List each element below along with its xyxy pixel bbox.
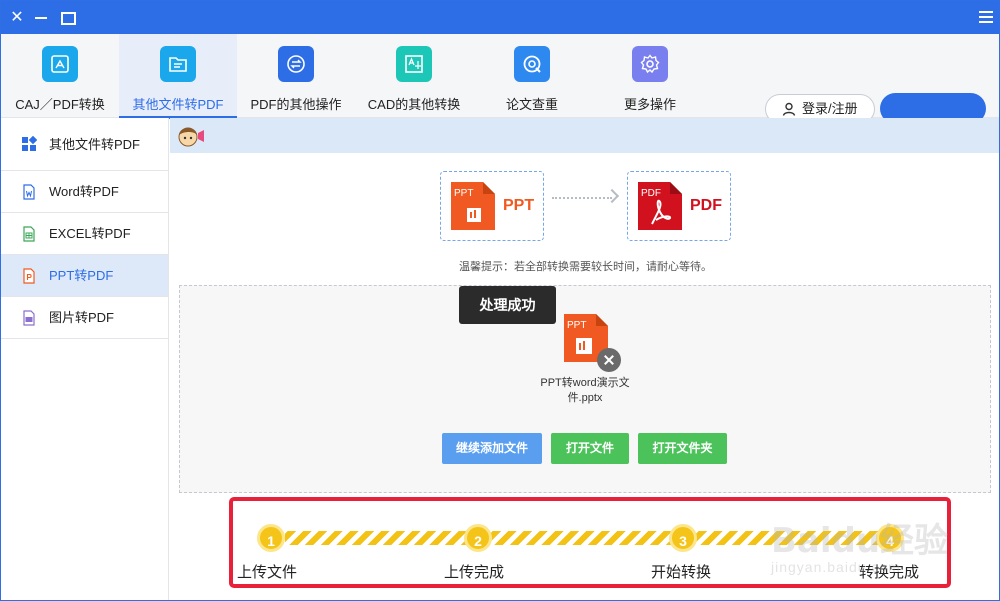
minimize-icon[interactable]	[27, 1, 55, 34]
progress-stripe	[491, 531, 674, 545]
add-files-button[interactable]: 继续添加文件	[442, 433, 542, 464]
arrow-head-icon	[604, 188, 620, 204]
word-file-icon	[23, 184, 35, 200]
convert-arrow	[552, 197, 612, 199]
nav-item-pdf-ops[interactable]: PDF的其他操作	[237, 34, 355, 118]
sidebar-item-word[interactable]: Word转PDF	[1, 171, 168, 213]
step-label: 上传完成	[444, 564, 505, 581]
file-name-line: PPT转word演示文	[540, 377, 630, 389]
mascot-icon	[178, 127, 204, 147]
sidebar-item-excel[interactable]: EXCEL转PDF	[1, 213, 168, 255]
main-content: PPT PPT PDF PDF 温馨提示：若全部转换需要较长时间，请耐心等待。 …	[170, 118, 999, 600]
menu-icon[interactable]	[979, 11, 993, 23]
ppt-file-icon	[23, 268, 35, 284]
nav-label: CAJ／PDF转换	[15, 97, 105, 112]
title-bar: ✕	[1, 1, 999, 34]
nav-label: 其他文件转PDF	[132, 97, 224, 112]
target-format-label: PDF	[690, 197, 722, 214]
progress-steps: 1 2 3 4 上传文件 上传完成 开始转换 转换完成	[229, 497, 951, 588]
sidebar-item-label: Word转PDF	[49, 184, 119, 199]
nav-label: PDF的其他操作	[250, 97, 342, 112]
step-number: 2	[464, 524, 492, 552]
progress-stripe	[285, 531, 469, 545]
caj-pdf-icon	[42, 46, 78, 82]
nav-item-more[interactable]: 更多操作	[591, 34, 709, 118]
source-format-box: PPT PPT	[440, 171, 544, 241]
step-number: 4	[876, 524, 904, 552]
file-drop-zone[interactable]: 处理成功 PPT PPT转word演示文 件.pptx 继续添加文件 打开文件 …	[179, 285, 991, 493]
target-format-box: PDF PDF	[627, 171, 731, 241]
gear-icon	[632, 46, 668, 82]
sidebar-item-label: PPT转PDF	[49, 268, 114, 283]
svg-text:PPT: PPT	[567, 320, 586, 331]
app-window: ✕ CAJ／PDF转换 其他文件转PDF PDF的其他操作 CAD的其他转换 论…	[0, 0, 1000, 601]
nav-item-paper-check[interactable]: 论文查重	[473, 34, 591, 118]
nav-label: CAD的其他转换	[367, 97, 461, 112]
file-name-line: 件.pptx	[567, 392, 603, 404]
step-number: 3	[669, 524, 697, 552]
sidebar-item-label: EXCEL转PDF	[49, 226, 131, 241]
sidebar: 其他文件转PDF Word转PDF EXCEL转PDF PPT转PDF 图片转P…	[1, 118, 169, 600]
pdf-doc-icon: PDF	[638, 182, 682, 230]
excel-file-icon	[23, 226, 35, 242]
remove-file-icon[interactable]	[597, 348, 621, 372]
hint-text: 温馨提示：若全部转换需要较长时间，请耐心等待。	[459, 261, 712, 273]
svg-text:PPT: PPT	[454, 188, 473, 199]
top-nav: CAJ／PDF转换 其他文件转PDF PDF的其他操作 CAD的其他转换 论文查…	[1, 34, 999, 124]
step-number: 1	[257, 524, 285, 552]
image-file-icon	[23, 310, 35, 326]
maximize-icon[interactable]	[53, 1, 81, 34]
paper-check-icon	[514, 46, 550, 82]
grid-icon	[22, 136, 37, 151]
pdf-ops-icon	[278, 46, 314, 82]
sidebar-item-image[interactable]: 图片转PDF	[1, 297, 168, 339]
success-toast: 处理成功	[459, 286, 556, 324]
sidebar-item-label: 其他文件转PDF	[49, 137, 141, 152]
cad-icon	[396, 46, 432, 82]
open-folder-button[interactable]: 打开文件夹	[638, 433, 727, 464]
nav-label: 论文查重	[505, 97, 558, 112]
login-label: 登录/注册	[802, 101, 858, 116]
nav-label: 更多操作	[623, 97, 676, 112]
file-to-pdf-icon	[160, 46, 196, 82]
sidebar-item-file-to-pdf[interactable]: 其他文件转PDF	[1, 118, 168, 171]
sidebar-item-ppt[interactable]: PPT转PDF	[1, 255, 168, 297]
open-file-button[interactable]: 打开文件	[551, 433, 629, 464]
nav-item-cad[interactable]: CAD的其他转换	[355, 34, 473, 118]
user-icon	[782, 102, 796, 116]
nav-item-file-to-pdf[interactable]: 其他文件转PDF	[119, 34, 237, 119]
ppt-doc-icon: PPT	[451, 182, 495, 230]
tip-bar	[170, 118, 999, 153]
sidebar-item-label: 图片转PDF	[49, 310, 115, 325]
file-name: PPT转word演示文 件.pptx	[535, 376, 635, 406]
source-format-label: PPT	[503, 197, 535, 214]
nav-item-caj-pdf[interactable]: CAJ／PDF转换	[1, 34, 119, 118]
step-label: 转换完成	[859, 564, 920, 581]
progress-stripe	[696, 531, 880, 545]
step-label: 开始转换	[651, 564, 712, 581]
step-label: 上传文件	[237, 564, 298, 581]
svg-text:PDF: PDF	[641, 188, 661, 199]
